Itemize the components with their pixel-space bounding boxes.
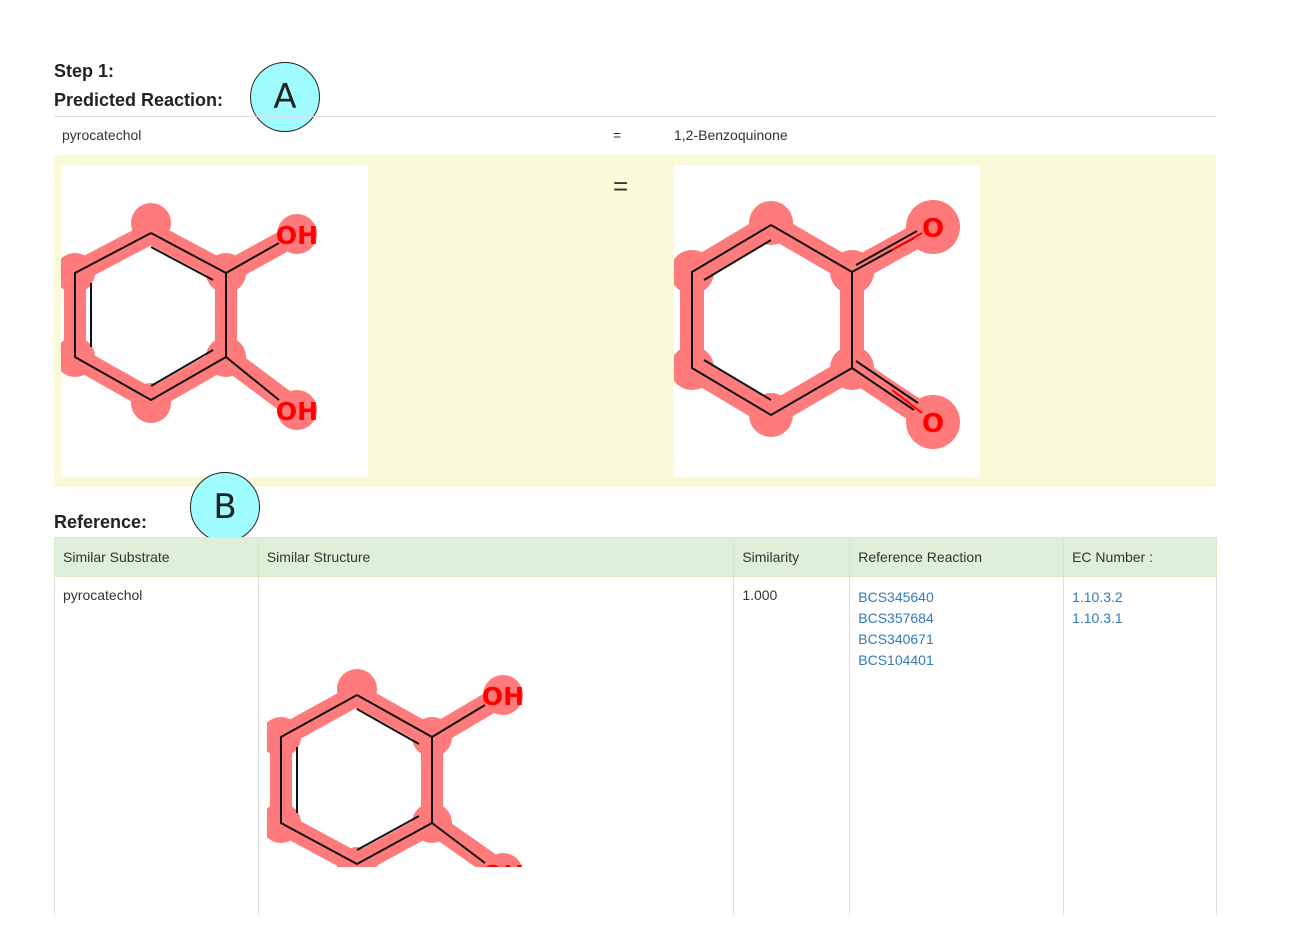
similar-substrate-cell: pyrocatechol [54,576,259,915]
reaction-link[interactable]: BCS340671 [858,629,1055,650]
reaction-link[interactable]: BCS345640 [858,587,1055,608]
ec-number-link[interactable]: 1.10.3.1 [1072,608,1208,629]
table-row: pyrocatechol OH 1.000 BCS345640 BCS35768… [54,576,1217,915]
ec-number-cell: 1.10.3.2 1.10.3.1 [1063,576,1217,915]
product-structure: O O [670,165,980,477]
benzoquinone-structure-icon: O O [670,200,960,449]
col-similarity: Similarity [733,537,850,577]
callout-b: B [190,472,260,542]
reference-table: Similar Substrate Similar Structure Simi… [54,537,1217,915]
reactant-name: pyrocatechol [62,127,142,143]
reactant-oh-bottom: OH [276,397,318,426]
reference-oh-bottom: OH [482,860,524,867]
col-similar-structure: Similar Structure [257,537,734,577]
reactant-oh-top: OH [276,221,318,250]
reaction-operator: = [613,127,622,143]
pyrocatechol-structure-icon: OH OH [55,203,318,430]
reference-oh-top: OH [482,682,524,711]
callout-a: A [250,62,320,132]
reference-title: Reference: [54,512,148,532]
reference-header-row: Similar Substrate Similar Structure Simi… [54,537,1217,577]
col-ec-number: EC Number : [1063,537,1217,577]
step-title: Step 1: [54,61,115,81]
reactant-structure: OH OH [55,165,368,477]
similarity-cell: 1.000 [733,576,851,915]
divider [54,116,1216,117]
product-o-top: O [922,214,944,244]
predicted-reaction-title: Predicted Reaction: [54,90,224,110]
structure-operator: = [613,171,629,201]
reaction-link[interactable]: BCS357684 [858,608,1055,629]
product-o-bottom: O [922,409,944,439]
reaction-link[interactable]: BCS104401 [858,650,1055,671]
col-similar-substrate: Similar Substrate [54,537,259,577]
col-reference-reaction: Reference Reaction [849,537,1064,577]
product-name: 1,2-Benzoquinone [674,127,788,143]
reference-structure-icon: OH OH [266,669,524,867]
ec-number-link[interactable]: 1.10.3.2 [1072,587,1208,608]
similar-structure-cell: OH OH [257,576,735,915]
reference-reaction-cell: BCS345640 BCS357684 BCS340671 BCS104401 [849,576,1065,915]
